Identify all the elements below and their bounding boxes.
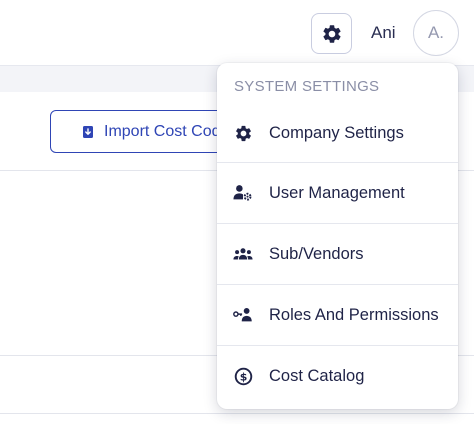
dollar-circle-icon: $ [233,366,253,386]
avatar[interactable]: A. [413,10,459,56]
menu-item-user-management[interactable]: User Management [217,162,458,223]
menu-section-title: SYSTEM SETTINGS [234,78,380,95]
menu-item-sub-vendors[interactable]: Sub/Vendors [217,223,458,284]
menu-item-label: Roles And Permissions [269,305,439,324]
menu-item-roles-and-permissions[interactable]: Roles And Permissions [217,284,458,345]
top-header: Ani A. [0,0,474,66]
settings-button[interactable] [311,13,352,54]
user-name[interactable]: Ani [371,23,396,43]
user-gear-icon [233,183,253,203]
users-group-icon [233,244,253,264]
menu-item-cost-catalog[interactable]: $ Cost Catalog [217,345,458,406]
menu-item-label: Sub/Vendors [269,244,364,263]
menu-item-label: Cost Catalog [269,366,365,385]
menu-item-company-settings[interactable]: Company Settings [217,103,458,164]
gear-icon [322,24,341,43]
svg-text:$: $ [239,370,247,383]
divider [0,413,474,414]
menu-item-label: Company Settings [269,124,404,142]
import-file-icon [81,125,95,139]
menu-item-label: User Management [269,183,405,202]
system-settings-menu: SYSTEM SETTINGS Company Settings User Ma… [217,63,458,409]
gear-icon [233,124,253,144]
user-key-icon [233,305,253,325]
